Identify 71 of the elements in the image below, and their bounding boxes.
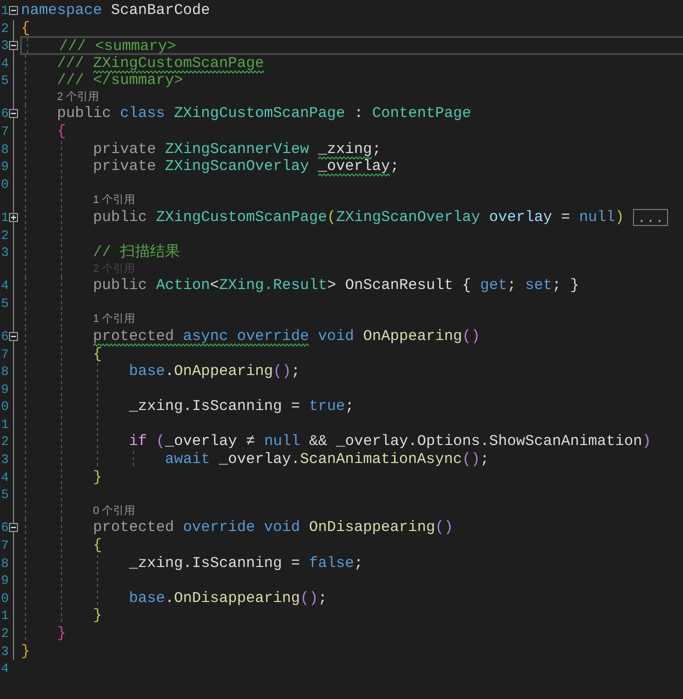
line-number: 8 (0, 363, 9, 381)
code-line: private ZXingScannerView _zxing; (93, 140, 382, 158)
line-number: 1 (0, 2, 9, 20)
expand-icon[interactable] (9, 212, 18, 222)
code-line: namespace ScanBarCode (21, 2, 210, 20)
code-line: await _overlay.ScanAnimationAsync(); (165, 451, 490, 469)
code-line: public Action<ZXing.Result> OnScanResult { get; set; } (93, 277, 580, 295)
line-number: 4 (0, 277, 9, 295)
code-line: /// <summary> (59, 38, 176, 54)
line-number: 2 (0, 20, 9, 38)
code-line: public ZXingCustomScanPage(ZXingScanOverlay overlay = null) (93, 208, 624, 227)
line-number: 8 (0, 140, 9, 158)
code-line: _zxing.IsScanning = false; (129, 554, 364, 572)
code-line: } (21, 642, 30, 660)
code-line: { (57, 123, 66, 141)
line-number: 0 (0, 590, 9, 608)
line-number: 6 (0, 328, 9, 346)
code-line: } (93, 607, 102, 625)
line-number: 4 (0, 660, 9, 678)
code-line: } (93, 468, 102, 486)
line-number: 1 (0, 416, 9, 434)
line-number: 5 (0, 294, 9, 312)
line-number: 3 (0, 244, 9, 262)
line-number: 3 (0, 451, 9, 469)
code-line: _zxing.IsScanning = true; (129, 398, 354, 416)
code-line: { (21, 20, 30, 38)
collapse-icon[interactable] (9, 332, 18, 341)
line-number: 0 (0, 398, 9, 416)
reference-count-link[interactable]: 0 个引用 (93, 504, 136, 520)
code-line: public class ZXingCustomScanPage : ContentPage (57, 105, 472, 124)
reference-count-link[interactable]: 2 个引用 (57, 90, 100, 106)
reference-count-link[interactable]: 1 个引用 (93, 312, 136, 328)
line-number: 9 (0, 572, 9, 590)
line-number: 5 (0, 72, 9, 90)
code-line: protected override void OnDisappearing() (93, 519, 454, 537)
line-number: 2 (0, 226, 9, 244)
line-number: 3 (0, 642, 9, 660)
line-number: 7 (0, 346, 9, 364)
collapse-icon[interactable] (9, 523, 18, 532)
line-number: 4 (0, 468, 9, 486)
line-number: 1 (0, 607, 9, 625)
code-line: { (93, 346, 102, 364)
line-number: 5 (0, 486, 9, 504)
code-line: /// ZXingCustomScanPage (57, 54, 264, 72)
line-number: 4 (0, 54, 9, 72)
line-number: 3 (0, 37, 9, 55)
line-number: 8 (0, 554, 9, 572)
collapsed-code-button[interactable]: ... (633, 209, 668, 226)
code-line: private ZXingScanOverlay _overlay; (93, 158, 400, 176)
line-number: 6 (0, 519, 9, 537)
line-number: 6 (0, 105, 9, 124)
code-line: /// </summary> (57, 72, 184, 90)
line-number: 7 (0, 123, 9, 141)
line-number: 2 (0, 624, 9, 642)
line-number: 9 (0, 158, 9, 176)
line-number: 0 (0, 176, 9, 194)
collapse-icon[interactable] (9, 109, 18, 118)
code-line: base.OnDisappearing(); (129, 590, 328, 608)
collapse-icon[interactable] (9, 41, 18, 50)
code-line: base.OnAppearing(); (129, 363, 300, 381)
line-number: 7 (0, 536, 9, 555)
line-number: 1 (0, 208, 9, 227)
code-line: if (_overlay ≠ null && _overlay.Options.ShowScanAnimation) (129, 433, 652, 452)
code-line: { (93, 536, 102, 555)
code-line: } (57, 624, 66, 642)
reference-count-link[interactable]: 1 个引用 (93, 193, 136, 209)
code-line: // 扫描结果 (93, 244, 180, 262)
collapse-icon[interactable] (9, 6, 18, 15)
code-line: protected async override void OnAppearing() (93, 328, 480, 346)
line-number: 9 (0, 380, 9, 398)
line-number: 2 (0, 433, 9, 452)
